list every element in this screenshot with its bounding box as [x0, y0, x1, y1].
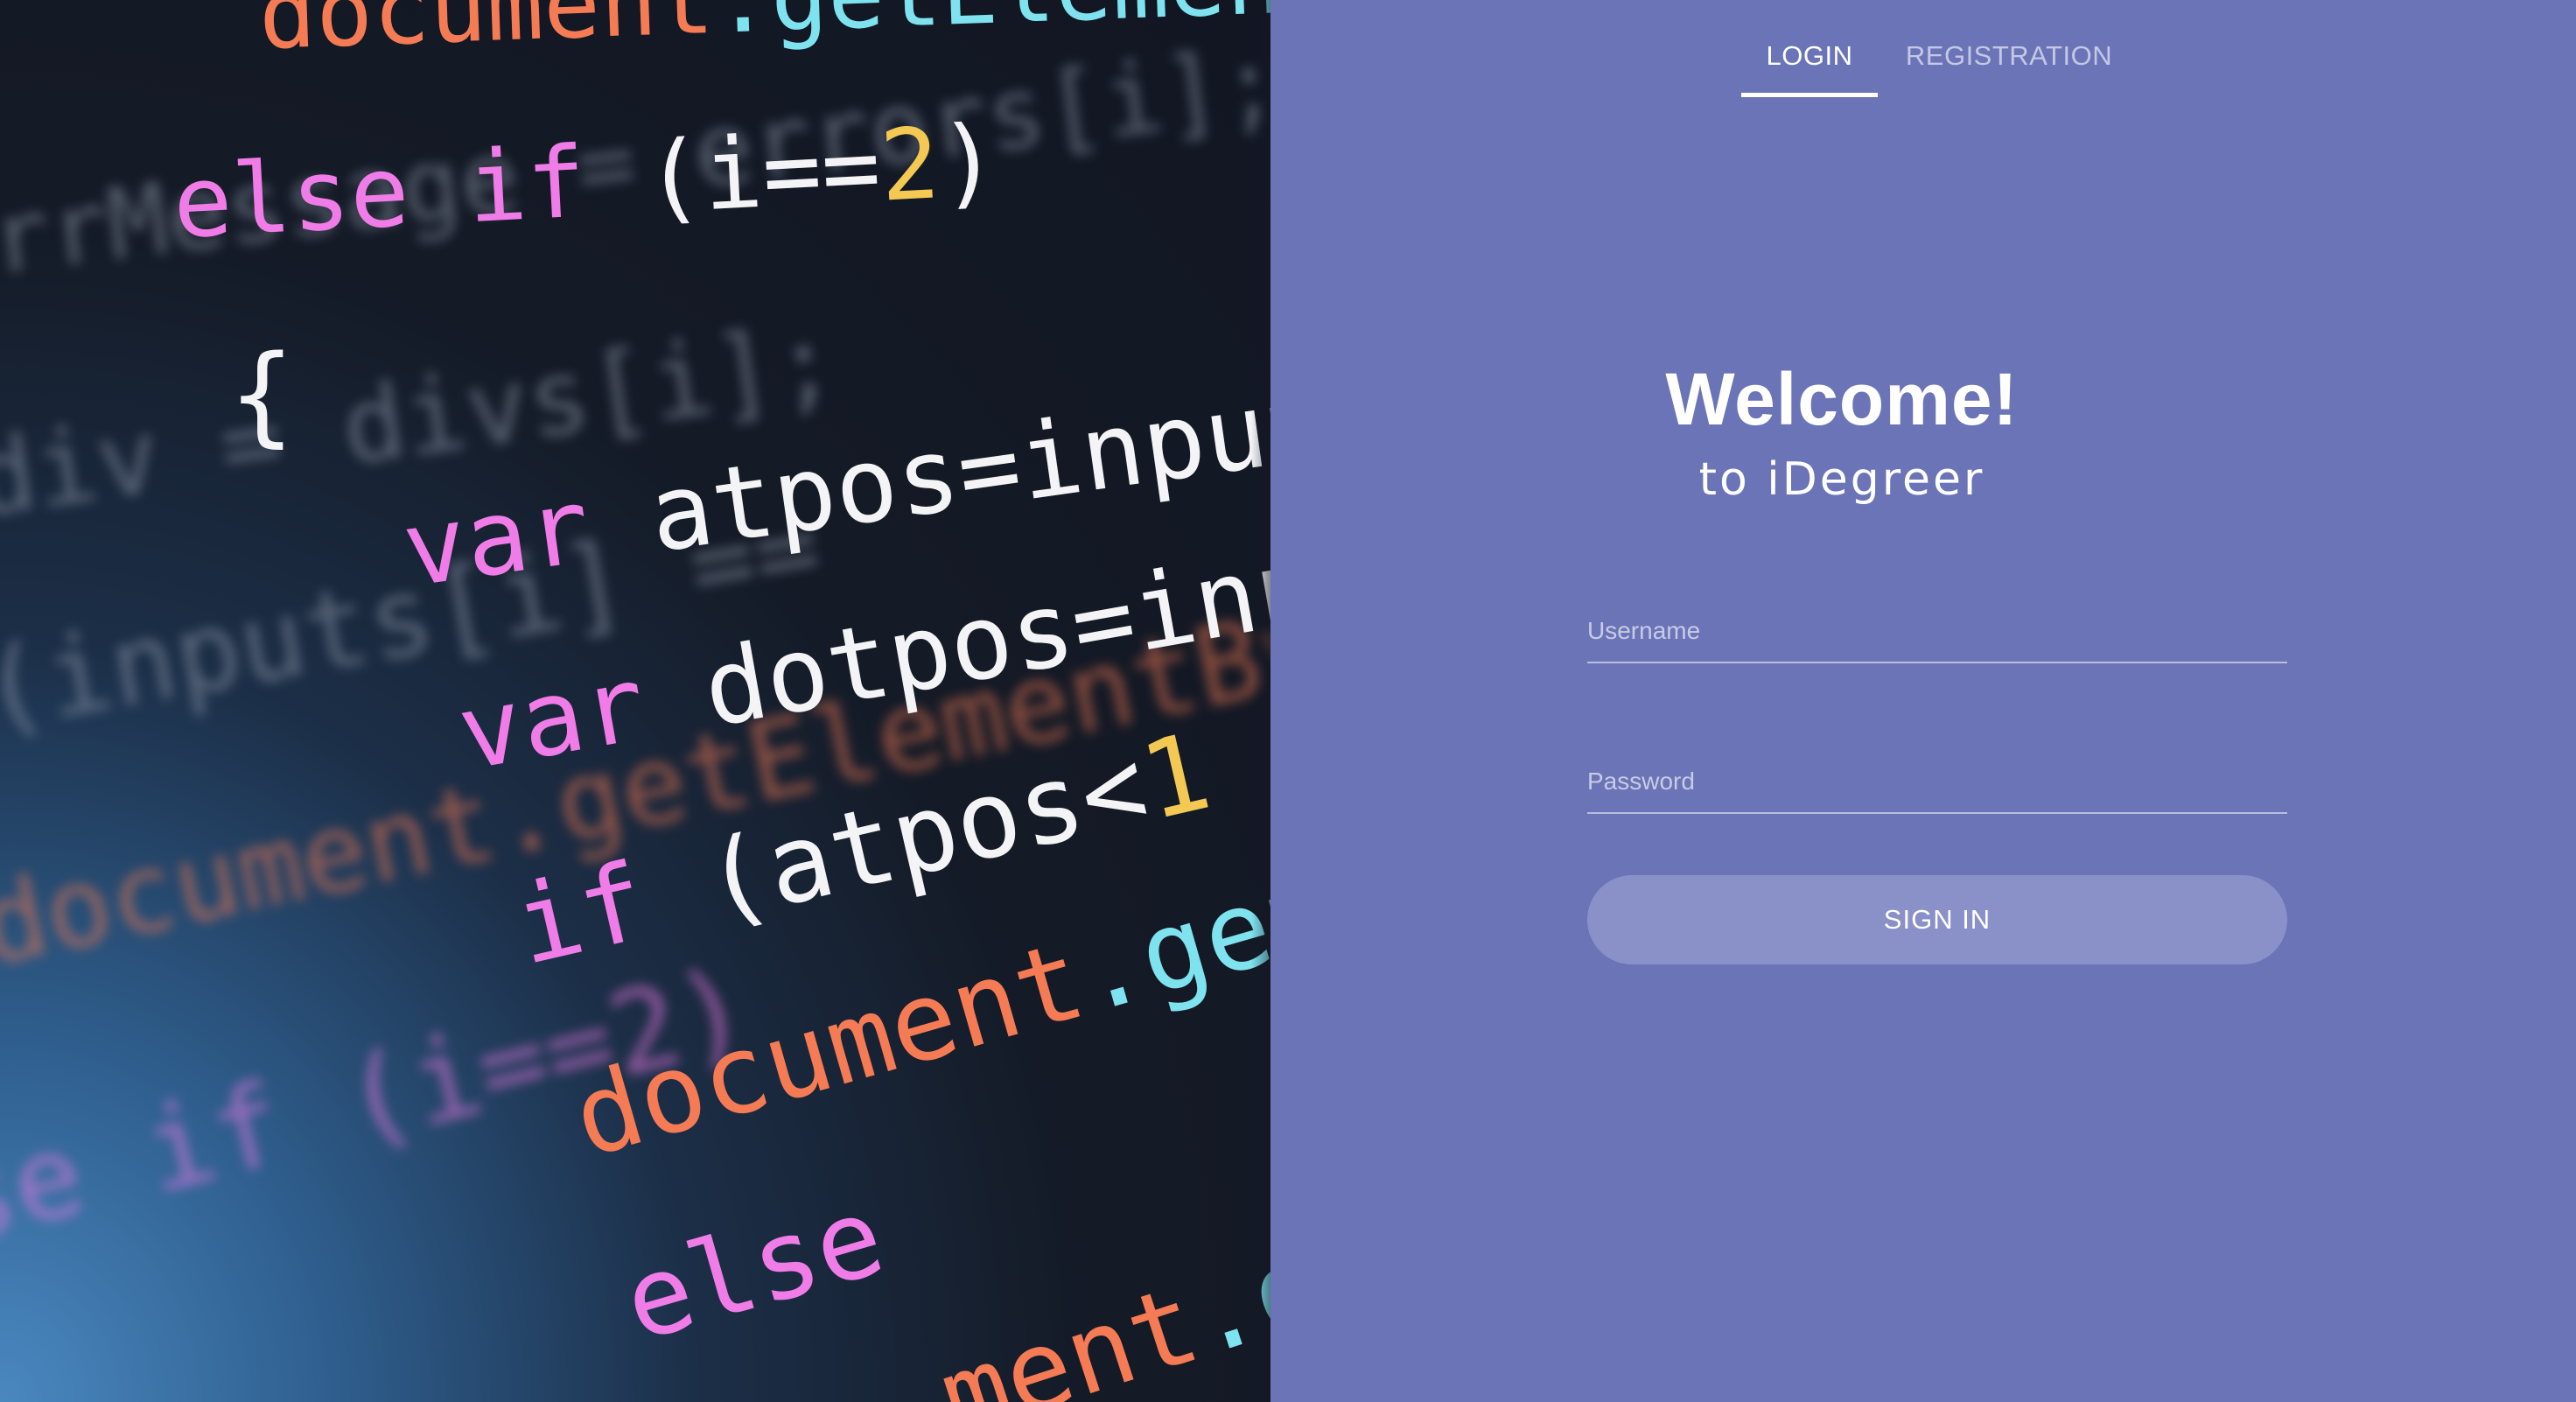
code-token: 2	[877, 107, 942, 224]
welcome-subtitle: to iDegreer	[1698, 453, 1985, 506]
username-field	[1587, 600, 2287, 663]
sign-in-button[interactable]: SIGN IN	[1587, 875, 2287, 964]
code-line: else	[611, 1173, 897, 1367]
code-line: ment.ge	[926, 1201, 1286, 1402]
username-input[interactable]	[1587, 600, 2287, 662]
code-token: ment	[925, 1261, 1214, 1402]
code-token: .getE	[1062, 827, 1286, 1039]
login-page: rrMessage = errors[i]; div = divs[i]; (i…	[0, 0, 2576, 1402]
password-field	[1587, 751, 2287, 814]
tab-login[interactable]: LOGIN	[1741, 26, 1878, 97]
tab-registration[interactable]: REGISTRATION	[1895, 26, 2123, 93]
code-line: {	[229, 333, 295, 459]
code-line: else if (i==2)	[171, 104, 1002, 261]
code-token: document	[256, 0, 717, 71]
password-input[interactable]	[1587, 751, 2287, 812]
code-background-image: rrMessage = errors[i]; div = divs[i]; (i…	[0, 0, 1286, 1402]
login-panel: LOGIN REGISTRATION Welcome! to iDegreer …	[1270, 0, 2576, 1402]
auth-tabs: LOGIN REGISTRATION	[1270, 26, 2576, 97]
code-token: )	[935, 103, 1002, 221]
code-token: else if	[170, 122, 648, 261]
code-token: (i==	[641, 109, 884, 236]
welcome-title: Welcome!	[1665, 358, 2019, 440]
